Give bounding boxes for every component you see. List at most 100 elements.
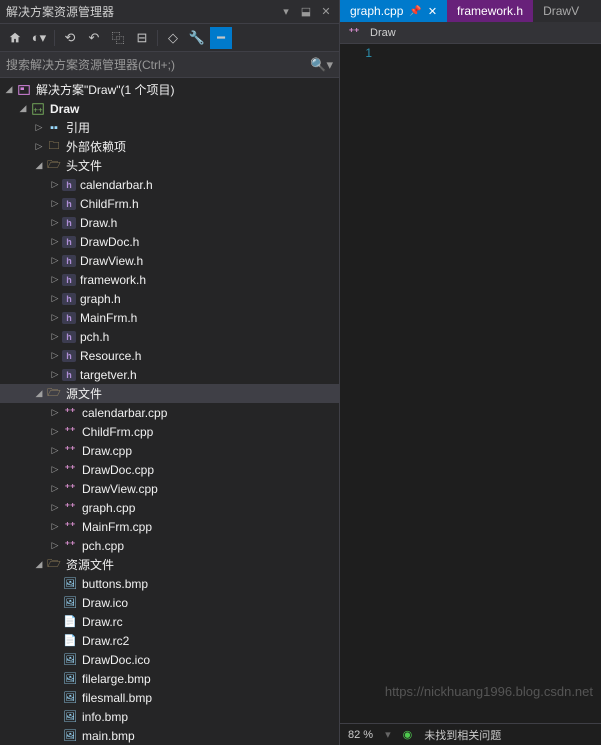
expander-icon[interactable]: ▷ (48, 520, 62, 534)
code-editor[interactable]: 1 https://nickhuang1996.blog.csdn.net (340, 44, 601, 723)
file-node[interactable]: ▷⁺⁺pch.cpp (0, 536, 339, 555)
file-node[interactable]: 🖼Draw.ico (0, 593, 339, 612)
file-node[interactable]: ▷hpch.h (0, 327, 339, 346)
expander-icon[interactable]: ◢ (32, 558, 46, 572)
expander-icon[interactable]: ▷ (48, 482, 62, 496)
resources-label: 资源文件 (66, 556, 114, 573)
expander-icon[interactable]: ◢ (2, 83, 16, 97)
file-node[interactable]: ▷hDrawDoc.h (0, 232, 339, 251)
file-node[interactable]: ▷hDrawView.h (0, 251, 339, 270)
pin-icon[interactable]: 📌 (409, 6, 421, 17)
expander-icon[interactable]: ◢ (32, 387, 46, 401)
expander-icon[interactable]: ▷ (32, 121, 46, 135)
expander-icon[interactable] (48, 710, 62, 724)
file-node[interactable]: ▷⁺⁺DrawView.cpp (0, 479, 339, 498)
expander-icon[interactable]: ▷ (48, 349, 62, 363)
expander-icon[interactable]: ▷ (48, 330, 62, 344)
file-icon: h (62, 293, 76, 305)
expander-icon[interactable] (48, 577, 62, 591)
file-node[interactable]: 🖼DrawDoc.ico (0, 650, 339, 669)
file-node[interactable]: 🖼info.bmp (0, 707, 339, 726)
code-area[interactable] (380, 44, 601, 723)
tab-drawv[interactable]: DrawV (533, 0, 589, 22)
file-node[interactable]: ▷⁺⁺graph.cpp (0, 498, 339, 517)
file-node[interactable]: ▷htargetver.h (0, 365, 339, 384)
pin-icon[interactable]: ⬓ (299, 5, 313, 19)
showall-icon[interactable]: ⿻ (107, 27, 129, 49)
resources-folder[interactable]: ◢ 🗁 资源文件 (0, 555, 339, 574)
expander-icon[interactable]: ▷ (48, 311, 62, 325)
headers-folder[interactable]: ◢ 🗁 头文件 (0, 156, 339, 175)
file-node[interactable]: ▷hResource.h (0, 346, 339, 365)
project-node[interactable]: ◢ ++ Draw (0, 99, 339, 118)
expander-icon[interactable] (48, 672, 62, 686)
expander-icon[interactable] (48, 634, 62, 648)
tab-graph-cpp[interactable]: graph.cpp 📌 ✕ (340, 0, 447, 22)
file-node[interactable]: ▷hMainFrm.h (0, 308, 339, 327)
expander-icon[interactable]: ▷ (48, 444, 62, 458)
solution-tree[interactable]: ◢ 解决方案"Draw"(1 个项目) ◢ ++ Draw ▷ ▪▪ 引用 ▷ … (0, 78, 339, 745)
expander-icon[interactable]: ◢ (32, 159, 46, 173)
history-icon[interactable]: ◐▾ (28, 27, 50, 49)
sync-icon[interactable]: ⟲ (59, 27, 81, 49)
references-node[interactable]: ▷ ▪▪ 引用 (0, 118, 339, 137)
issues-text[interactable]: 未找到相关问题 (424, 727, 501, 743)
file-node[interactable]: ▷hcalendarbar.h (0, 175, 339, 194)
expander-icon[interactable]: ▷ (48, 501, 62, 515)
expander-icon[interactable]: ▷ (48, 216, 62, 230)
expander-icon[interactable] (48, 653, 62, 667)
expander-icon[interactable] (48, 615, 62, 629)
expander-icon[interactable]: ▷ (48, 254, 62, 268)
expander-icon[interactable]: ▷ (48, 178, 62, 192)
preview-icon[interactable]: ◇ (162, 27, 184, 49)
expander-icon[interactable]: ▷ (48, 368, 62, 382)
home-icon[interactable] (4, 27, 26, 49)
expander-icon[interactable]: ▷ (48, 197, 62, 211)
search-icon[interactable]: 🔍▾ (310, 57, 333, 73)
expander-icon[interactable]: ▷ (32, 140, 46, 154)
file-node[interactable]: 📄Draw.rc2 (0, 631, 339, 650)
file-node[interactable]: 🖼filesmall.bmp (0, 688, 339, 707)
file-node[interactable]: ▷hDraw.h (0, 213, 339, 232)
file-node[interactable]: 📄Draw.rc (0, 612, 339, 631)
file-node[interactable]: ▷⁺⁺ChildFrm.cpp (0, 422, 339, 441)
zoom-level[interactable]: 82 % (348, 729, 373, 741)
properties-icon[interactable]: 🔧 (186, 27, 208, 49)
file-node[interactable]: ▷hgraph.h (0, 289, 339, 308)
expander-icon[interactable]: ▷ (48, 425, 62, 439)
dropdown-icon[interactable]: ▾ (279, 5, 293, 19)
expander-icon[interactable] (48, 596, 62, 610)
file-node[interactable]: ▷hChildFrm.h (0, 194, 339, 213)
file-node[interactable]: 🖼main.bmp (0, 726, 339, 745)
line-gutter: 1 (340, 44, 380, 723)
expander-icon[interactable]: ▷ (48, 273, 62, 287)
back-icon[interactable]: ↶ (83, 27, 105, 49)
file-node[interactable]: 🖼buttons.bmp (0, 574, 339, 593)
file-node[interactable]: ▷⁺⁺DrawDoc.cpp (0, 460, 339, 479)
tab-framework-h[interactable]: framework.h (447, 0, 533, 22)
file-node[interactable]: ▷⁺⁺calendarbar.cpp (0, 403, 339, 422)
expander-icon[interactable]: ▷ (48, 235, 62, 249)
file-node[interactable]: ▷⁺⁺Draw.cpp (0, 441, 339, 460)
solution-node[interactable]: ◢ 解决方案"Draw"(1 个项目) (0, 80, 339, 99)
nav-bar[interactable]: ⁺⁺ Draw (340, 22, 601, 44)
expander-icon[interactable]: ▷ (48, 292, 62, 306)
sources-folder[interactable]: ◢ 🗁 源文件 (0, 384, 339, 403)
expander-icon[interactable] (48, 691, 62, 705)
expander-icon[interactable]: ◢ (16, 102, 30, 116)
search-input[interactable] (6, 58, 310, 72)
file-node[interactable]: 🖼filelarge.bmp (0, 669, 339, 688)
expander-icon[interactable]: ▷ (48, 463, 62, 477)
close-icon[interactable]: ✕ (319, 5, 333, 19)
expander-icon[interactable]: ▷ (48, 406, 62, 420)
external-deps-node[interactable]: ▷ 🗀 外部依赖项 (0, 137, 339, 156)
expander-icon[interactable] (48, 729, 62, 743)
file-node[interactable]: ▷⁺⁺MainFrm.cpp (0, 517, 339, 536)
panel-titlebar: 解决方案资源管理器 ▾ ⬓ ✕ (0, 0, 339, 24)
close-icon[interactable]: ✕ (428, 5, 437, 18)
file-node[interactable]: ▷hframework.h (0, 270, 339, 289)
collapse-icon[interactable]: ⊟ (131, 27, 153, 49)
expander-icon[interactable]: ▷ (48, 539, 62, 553)
wrench-active-icon[interactable]: ━ (210, 27, 232, 49)
file-icon: ⁺⁺ (62, 538, 78, 554)
